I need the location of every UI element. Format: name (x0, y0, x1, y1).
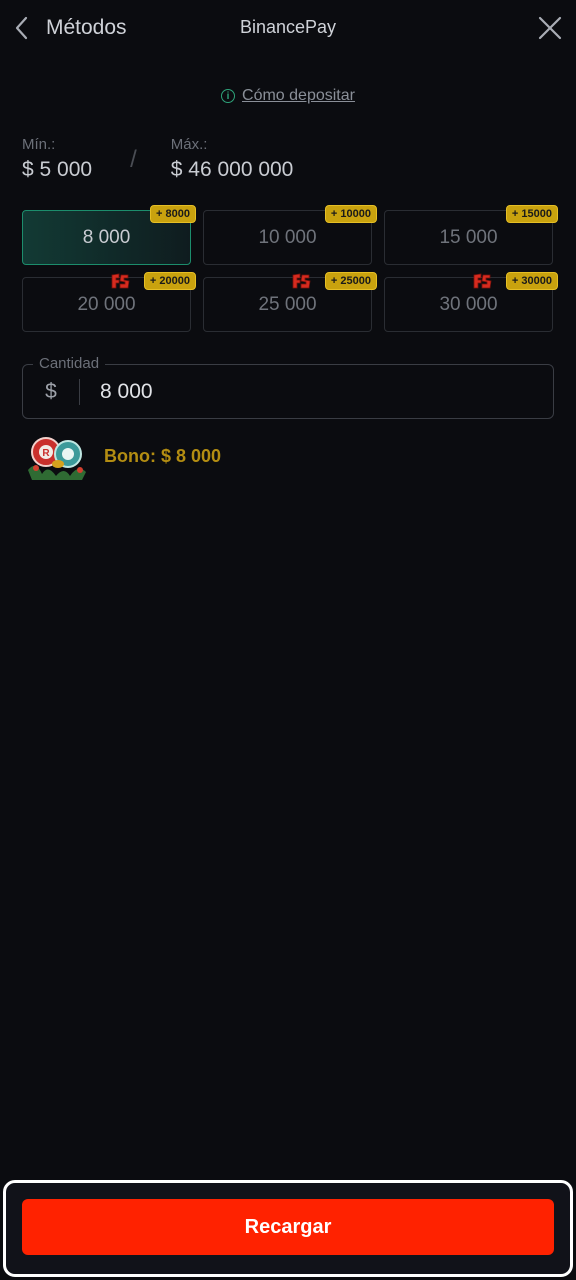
amount-value: 15 000 (439, 226, 498, 248)
bonus-badge: + 15000 (505, 205, 558, 223)
max-limit: Máx.: $ 46 000 000 (171, 136, 294, 182)
amount-field-label: Cantidad (33, 355, 106, 372)
bonus-amount: Bono: $ 8 000 (104, 445, 222, 466)
amount-value: 30 000 (439, 293, 498, 315)
bonus-chips-icon: R (28, 437, 86, 480)
free-spins-icon (292, 273, 311, 289)
min-label: Mín.: (22, 136, 56, 153)
limit-separator: / (130, 146, 137, 173)
bonus-info: R Bono: $ 8 000 (22, 430, 221, 482)
bonus-badge: + 20000 (143, 272, 196, 290)
free-spins-icon (111, 273, 130, 289)
amount-value: 25 000 (258, 293, 317, 315)
amount-option[interactable]: 15 000 + 15000 (384, 205, 558, 265)
recharge-button[interactable]: Recargar (22, 1199, 554, 1255)
bonus-badge: + 30000 (505, 272, 558, 290)
bonus-badge: + 10000 (324, 205, 377, 223)
footer: Recargar (3, 1180, 573, 1277)
amount-field[interactable]: Cantidad $ (22, 355, 554, 419)
svg-text:R: R (42, 448, 50, 459)
bonus-badge: + 25000 (324, 272, 377, 290)
header: Métodos BinancePay (0, 0, 576, 58)
amount-option[interactable]: 8 000 + 8000 (22, 205, 196, 265)
info-icon: i (221, 89, 236, 103)
bonus-badge: + 8000 (150, 205, 196, 223)
close-icon[interactable] (536, 14, 564, 42)
how-to-deposit-label: Cómo depositar (242, 87, 355, 104)
amount-options: 8 000 + 8000 10 000 + 10000 15 000 + 150… (22, 205, 558, 332)
max-value: $ 46 000 000 (170, 158, 294, 181)
amount-value: 10 000 (258, 226, 317, 248)
amount-option[interactable]: 20 000 + 20000 (22, 272, 196, 332)
amount-option[interactable]: 25 000 + 25000 (203, 272, 377, 332)
how-to-deposit-link[interactable]: i Cómo depositar (0, 87, 576, 105)
min-limit: Mín.: $ 5 000 (22, 136, 92, 182)
amount-value: 8 000 (82, 226, 131, 248)
min-value: $ 5 000 (22, 158, 93, 181)
amount-option[interactable]: 30 000 + 30000 (384, 272, 558, 332)
amount-input[interactable] (80, 378, 522, 405)
max-label: Máx.: (170, 136, 208, 153)
deposit-limits: Mín.: $ 5 000 / Máx.: $ 46 000 000 (22, 136, 293, 182)
currency-symbol: $ (23, 378, 80, 405)
free-spins-icon (473, 273, 492, 289)
amount-option[interactable]: 10 000 + 10000 (203, 205, 377, 265)
page-title: BinancePay (239, 17, 337, 37)
amount-value: 20 000 (77, 293, 136, 315)
